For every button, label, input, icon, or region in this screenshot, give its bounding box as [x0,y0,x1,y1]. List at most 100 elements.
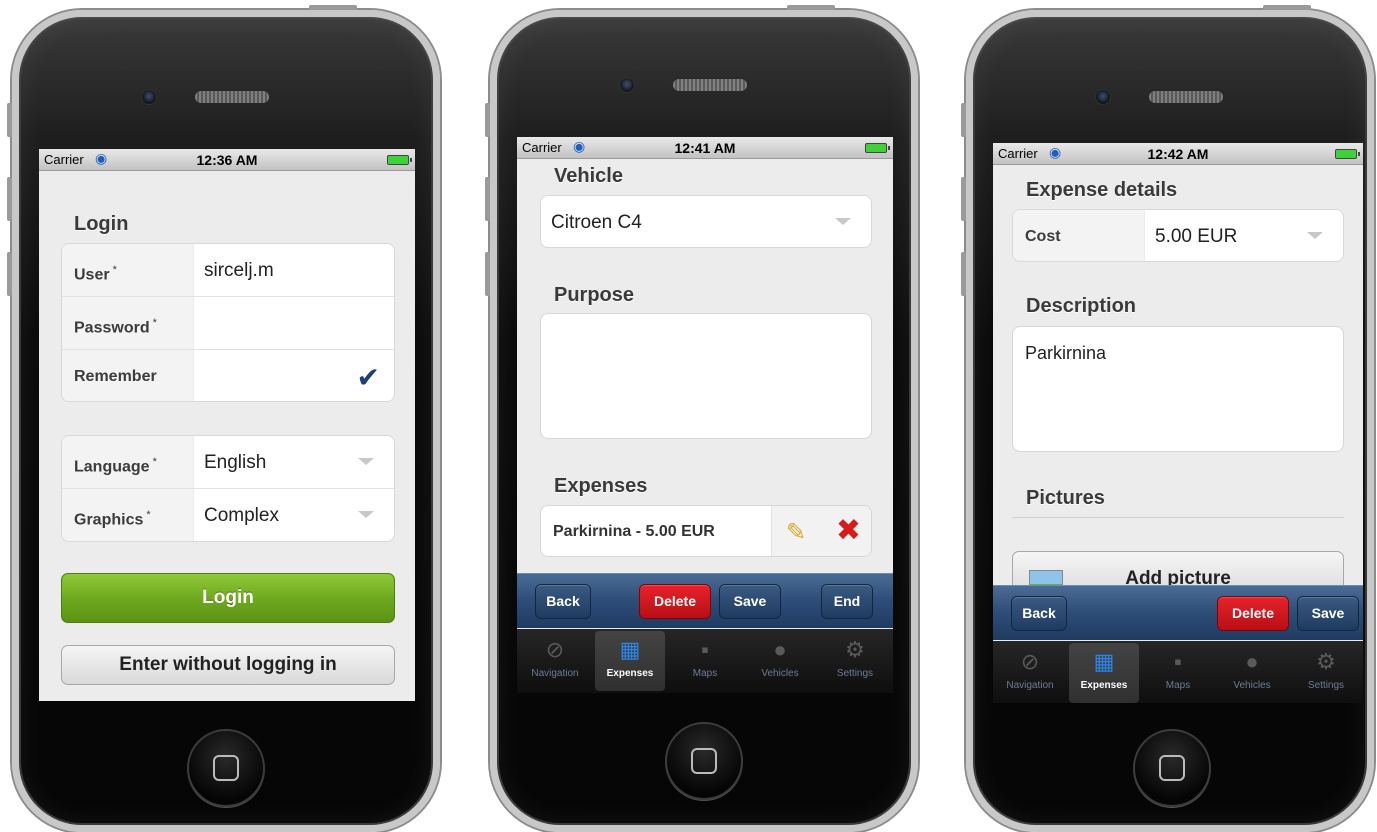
compass-icon: ⊘ [1020,649,1040,674]
divider [1012,517,1344,518]
language-row[interactable]: Language * English [62,436,394,489]
tab-label: Settings [836,668,874,679]
tab-expenses[interactable]: ▦ Expenses [595,631,665,691]
save-button[interactable]: Save [1297,596,1359,631]
tab-vehicles[interactable]: ● Vehicles [1217,643,1287,703]
car-icon: ● [1245,649,1259,674]
bottom-toolbar: Back Delete Save [993,585,1363,640]
status-bar: Carrier ◉ 12:41 AM [517,137,893,159]
purpose-textarea[interactable] [540,313,872,439]
close-icon[interactable]: ✖ [836,513,861,548]
tab-label: Vehicles [1233,680,1271,691]
volume-up-button [961,177,966,221]
battery-icon [1335,149,1360,159]
ring-switch [7,103,12,137]
clock: 12:36 AM [196,152,258,168]
tab-label: Settings [1307,680,1345,691]
gear-icon: ⚙ [845,637,865,662]
cost-select[interactable]: Cost 5.00 EUR [1012,209,1344,262]
volume-down-button [7,252,12,296]
screen-expense-details: Carrier ◉ 12:42 AM Expense details Cost … [993,143,1363,703]
camera-icon [619,77,635,93]
screen-trip: Carrier ◉ 12:41 AM Vehicle Citroen C4 Pu… [517,137,893,693]
home-button[interactable] [1133,729,1211,807]
ring-switch [485,103,490,137]
language-select[interactable]: English [204,436,266,489]
tab-label: Expenses [1080,680,1128,691]
clock: 12:42 AM [1147,146,1209,162]
tab-label: Vehicles [761,668,799,679]
speaker-grille [1147,89,1225,105]
home-button[interactable] [187,729,265,807]
delete-button[interactable]: Delete [639,584,711,619]
back-button[interactable]: Back [535,584,591,619]
delete-button[interactable]: Delete [1217,596,1289,631]
cost-value[interactable]: 5.00 EUR [1155,210,1237,261]
volume-down-button [961,252,966,296]
document-icon: ▦ [1093,649,1115,674]
tab-maps[interactable]: ▪ Maps [1143,643,1213,703]
cost-row[interactable]: Cost 5.00 EUR [1013,210,1343,261]
password-label: Password * [62,297,194,349]
vehicle-select[interactable]: Citroen C4 [540,195,872,248]
checkmark-icon[interactable]: ✔ [357,361,380,394]
tab-vehicles[interactable]: ● Vehicles [745,631,815,691]
tab-label: Navigation [1006,680,1054,691]
status-bar: Carrier ◉ 12:42 AM [993,143,1363,165]
pencil-icon[interactable]: ✎ [786,518,806,547]
tab-expenses[interactable]: ▦ Expenses [1069,643,1139,703]
graphics-select[interactable]: Complex [204,489,279,541]
back-button[interactable]: Back [1011,596,1067,631]
cost-label: Cost [1013,210,1145,261]
login-button[interactable]: Login [61,573,395,623]
login-form: User * sircelj.m Password * Remember ✔ [61,243,395,402]
tab-navigation[interactable]: ⊘ Navigation [995,643,1065,703]
tab-settings[interactable]: ⚙ Settings [820,631,890,691]
enter-without-login-button[interactable]: Enter without logging in [61,645,395,685]
login-section-title: Login [74,213,129,235]
status-bar: Carrier ◉ 12:36 AM [39,149,415,171]
description-textarea[interactable]: Parkirnina [1012,326,1344,452]
vehicle-value[interactable]: Citroen C4 [551,196,642,247]
speaker-grille [193,89,271,105]
settings-form: Language * English Graphics * Complex [61,435,395,542]
expense-details-title: Expense details [1026,179,1178,201]
tab-bar: ⊘ Navigation ▦ Expenses ▪ Maps ● Vehicle… [993,641,1363,703]
tab-settings[interactable]: ⚙ Settings [1291,643,1361,703]
compass-icon: ⊘ [545,637,565,662]
save-button[interactable]: Save [719,584,781,619]
user-label: User * [62,244,194,296]
vehicle-section-title: Vehicle [554,165,623,187]
expense-list-item[interactable]: Parkirnina - 5.00 EUR ✎ ✖ [540,505,872,557]
user-row[interactable]: User * sircelj.m [62,244,394,297]
tab-label: Navigation [531,668,579,679]
user-input[interactable]: sircelj.m [204,244,274,297]
graphics-row[interactable]: Graphics * Complex [62,489,394,541]
remember-row[interactable]: Remember ✔ [62,350,394,401]
ring-switch [961,103,966,137]
chevron-down-icon[interactable] [835,218,851,225]
remember-label: Remember [62,350,194,401]
phone-trip: Carrier ◉ 12:41 AM Vehicle Citroen C4 Pu… [485,5,918,832]
vehicle-row[interactable]: Citroen C4 [541,196,871,247]
battery-icon [387,155,412,165]
chevron-down-icon[interactable] [1307,232,1323,239]
password-row[interactable]: Password * [62,297,394,350]
home-button[interactable] [665,722,743,800]
chevron-down-icon[interactable] [358,458,374,465]
chevron-down-icon[interactable] [358,511,374,518]
purpose-section-title: Purpose [554,284,635,306]
screen-login: Carrier ◉ 12:36 AM Login User * sircelj.m… [39,149,415,701]
end-button[interactable]: End [821,584,873,619]
tab-navigation[interactable]: ⊘ Navigation [520,631,590,691]
tab-bar: ⊘ Navigation ▦ Expenses ▪ Maps ● Vehicle… [517,629,893,693]
pictures-section-title: Pictures [1026,487,1105,509]
clock: 12:41 AM [674,140,736,156]
tab-label: Maps [1165,680,1191,691]
camera-icon [141,89,157,105]
tab-maps[interactable]: ▪ Maps [670,631,740,691]
battery-icon [865,143,890,153]
power-button [787,5,835,10]
bottom-toolbar: Back Delete Save End [517,573,893,628]
phone-login: Carrier ◉ 12:36 AM Login User * sircelj.m… [7,5,440,832]
